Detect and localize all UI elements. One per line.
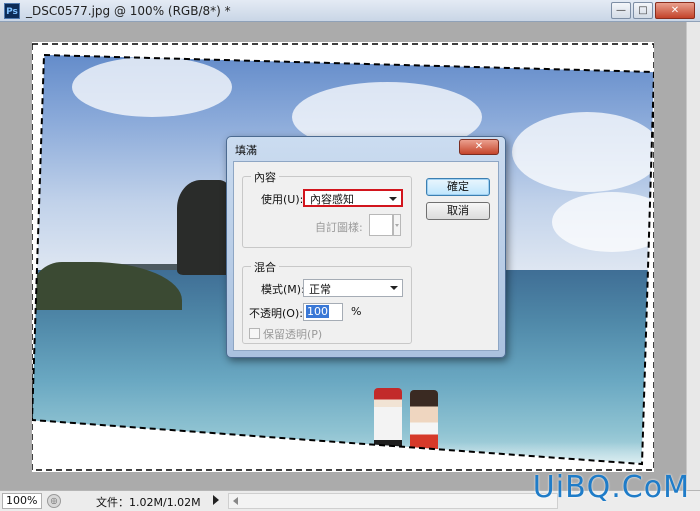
document-status-icon[interactable]: ◎ <box>47 494 61 508</box>
opacity-input[interactable]: 100 <box>303 303 343 321</box>
dialog-close-button[interactable]: ✕ <box>459 139 499 155</box>
chevron-down-icon <box>390 286 398 290</box>
dialog-titlebar[interactable]: 填滿 ✕ <box>227 137 505 161</box>
vertical-scrollbar[interactable] <box>686 22 700 490</box>
chevron-down-icon <box>389 197 397 201</box>
use-dropdown[interactable]: 內容感知 <box>303 189 403 207</box>
dialog-title: 填滿 <box>235 144 257 157</box>
use-label: 使用(U): <box>261 193 304 206</box>
dialog-body: 內容 使用(U): 內容感知 自訂圖樣: 混合 模式(M): 正常 不透明(O)… <box>233 161 499 351</box>
pattern-dropdown-arrow[interactable] <box>393 214 401 236</box>
custom-pattern-label: 自訂圖樣: <box>315 221 363 234</box>
fill-dialog[interactable]: 填滿 ✕ 內容 使用(U): 內容感知 自訂圖樣: 混合 模式(M): 正常 不… <box>226 136 506 358</box>
window-title: _DSC0577.jpg @ 100% (RGB/8*) * <box>26 4 231 18</box>
horizontal-scrollbar[interactable] <box>228 493 558 509</box>
close-button[interactable]: ✕ <box>655 2 695 19</box>
blending-group: 混合 模式(M): 正常 不透明(O): 100 % 保留透明(P) <box>242 259 412 344</box>
document-info: 文件：1.02M/1.02M <box>96 496 201 509</box>
pattern-swatch[interactable] <box>369 214 393 236</box>
preserve-transparency-label: 保留透明(P) <box>263 328 323 341</box>
contents-legend: 內容 <box>251 169 279 185</box>
status-menu-arrow-icon[interactable] <box>213 495 219 505</box>
cancel-button[interactable]: 取消 <box>426 202 490 220</box>
blending-legend: 混合 <box>251 259 279 275</box>
photoshop-icon: Ps <box>4 3 20 19</box>
maximize-button[interactable]: □ <box>633 2 653 19</box>
opacity-unit: % <box>351 305 362 318</box>
mode-dropdown[interactable]: 正常 <box>303 279 403 297</box>
site-watermark: UiBQ.CoM <box>532 470 690 505</box>
preserve-transparency-checkbox[interactable] <box>249 328 260 339</box>
opacity-value: 100 <box>306 305 329 318</box>
window-titlebar[interactable]: Ps _DSC0577.jpg @ 100% (RGB/8*) * — □ ✕ <box>0 0 700 22</box>
opacity-label: 不透明(O): <box>249 307 303 320</box>
zoom-field[interactable]: 100% <box>2 493 42 509</box>
minimize-button[interactable]: — <box>611 2 631 19</box>
mode-value: 正常 <box>309 283 331 296</box>
mode-label: 模式(M): <box>261 283 305 296</box>
use-value: 內容感知 <box>310 193 354 206</box>
contents-group: 內容 使用(U): 內容感知 自訂圖樣: <box>242 169 412 248</box>
ok-button[interactable]: 確定 <box>426 178 490 196</box>
